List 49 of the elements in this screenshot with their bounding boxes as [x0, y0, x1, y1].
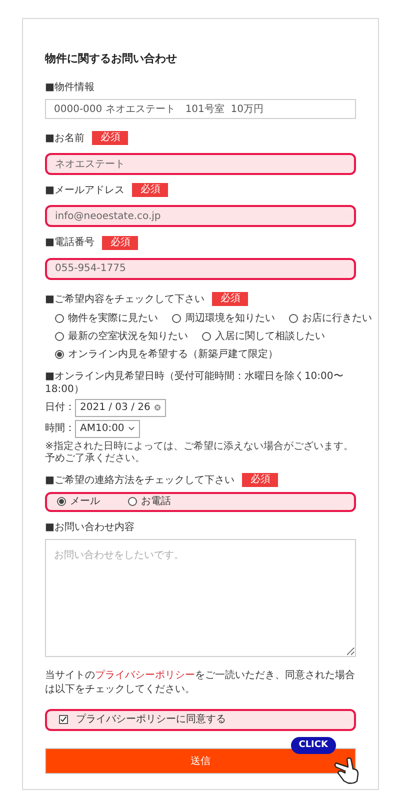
radio-button[interactable] — [55, 332, 64, 340]
field-label: ■オンライン内見希望日時（受付可能時間：水曜日を除く10:00〜18:00） — [45, 370, 344, 396]
privacy-text: 当サイトのプライバシーポリシーをご一読いただき、同意された場合は以下をチェックしてください。 — [45, 668, 356, 696]
radio-button[interactable] — [289, 314, 298, 322]
radio-option[interactable]: 最新の空室状況を知りたい — [55, 328, 188, 344]
radio-option[interactable]: 入居に関して相談したい — [202, 328, 325, 344]
clear-icon[interactable] — [154, 404, 162, 411]
field-label: ■物件情報 — [45, 80, 94, 94]
note-text: ※指定された日時によっては、ご希望に添えない場合がございます。予めご了承ください。 — [45, 440, 354, 464]
field-label: ■ご希望内容をチェックして下さい — [45, 292, 204, 306]
checkbox[interactable] — [59, 715, 68, 724]
hand-pointer-icon — [334, 754, 360, 784]
field-label: ■お問い合わせ内容 — [45, 520, 134, 534]
message-field[interactable]: お問い合わせをしたいです。 — [45, 538, 356, 656]
required-badge: 必須 — [212, 292, 248, 306]
checkbox-label: プライバシーポリシーに同意する — [76, 712, 226, 727]
radio-option[interactable]: オンライン内見を希望する（新築戸建て限定） — [55, 346, 278, 362]
date-label: 日付： — [45, 401, 75, 415]
chevron-down-icon — [128, 426, 136, 431]
radio-option[interactable]: お電話 — [128, 494, 171, 509]
date-field[interactable]: 2021 / 03 / 26 — [75, 398, 166, 416]
agree-checkbox-row[interactable]: プライバシーポリシーに同意する — [45, 708, 356, 730]
field-label: ■ご希望の連絡方法をチェックして下さい — [45, 474, 234, 488]
required-badge: 必須 — [132, 183, 168, 197]
property-field[interactable]: 0000-000 ネオエステート 101号室 10万円 — [45, 98, 356, 118]
field-label: ■電話番号 — [45, 236, 94, 250]
radio-button[interactable] — [172, 314, 181, 322]
time-select[interactable]: AM10:00 — [75, 420, 140, 438]
radio-option[interactable]: お店に行きたい — [289, 310, 372, 326]
privacy-link[interactable]: プライバシーポリシー — [95, 670, 195, 680]
click-badge: CLICK — [290, 736, 336, 754]
field-label: ■お名前 — [45, 132, 84, 146]
radio-button[interactable] — [57, 497, 66, 506]
radio-button[interactable] — [202, 332, 211, 340]
radio-option[interactable]: メール — [57, 494, 100, 509]
field-label: ■メールアドレス — [45, 184, 124, 198]
form-title: 物件に関するお問い合わせ — [45, 51, 178, 67]
radio-button[interactable] — [55, 314, 64, 322]
radio-button[interactable] — [55, 350, 64, 358]
required-badge: 必須 — [242, 473, 278, 487]
text-field[interactable]: info@neoestate.co.jp — [45, 205, 356, 227]
radio-option[interactable]: 周辺環境を知りたい — [172, 310, 275, 326]
text-field[interactable]: 055-954-1775 — [45, 258, 356, 280]
text-field[interactable]: ネオエステート — [45, 152, 356, 174]
required-badge: 必須 — [102, 236, 138, 250]
time-label: 時間： — [45, 422, 75, 436]
radio-button[interactable] — [128, 497, 137, 506]
required-badge: 必須 — [92, 131, 128, 145]
radio-option[interactable]: 物件を実際に見たい — [55, 310, 158, 326]
